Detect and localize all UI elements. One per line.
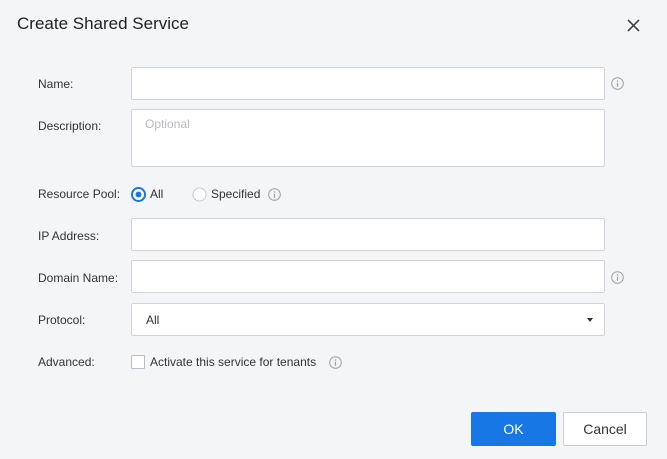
protocol-label: Protocol:: [38, 313, 86, 327]
create-shared-service-dialog: Create Shared Service Name: Description:…: [0, 0, 667, 459]
radio-specified[interactable]: [192, 187, 207, 202]
dialog-title: Create Shared Service: [17, 14, 189, 33]
info-icon[interactable]: [611, 77, 624, 90]
activate-for-tenants-checkbox[interactable]: [131, 355, 145, 369]
ip-address-input[interactable]: [131, 218, 605, 251]
advanced-label: Advanced:: [38, 355, 95, 369]
domain-name-input[interactable]: [131, 260, 605, 293]
name-label: Name:: [38, 77, 74, 91]
protocol-select-value: All: [146, 313, 160, 327]
info-icon[interactable]: [329, 356, 342, 369]
ok-button[interactable]: OK: [471, 412, 556, 446]
name-input[interactable]: [131, 67, 605, 100]
info-icon[interactable]: [268, 188, 281, 201]
description-textarea[interactable]: [131, 109, 605, 167]
chevron-down-icon: [587, 318, 593, 322]
protocol-select[interactable]: All: [131, 303, 605, 336]
resource-pool-label: Resource Pool:: [38, 187, 121, 201]
activate-for-tenants-label[interactable]: Activate this service for tenants: [150, 355, 316, 369]
domain-name-label: Domain Name:: [38, 271, 119, 285]
radio-specified-label[interactable]: Specified: [211, 187, 260, 201]
radio-all[interactable]: [131, 187, 146, 202]
description-label: Description:: [38, 119, 102, 133]
radio-all-label[interactable]: All: [150, 187, 163, 201]
close-icon[interactable]: [622, 14, 644, 36]
cancel-button[interactable]: Cancel: [563, 412, 647, 446]
info-icon[interactable]: [611, 271, 624, 284]
ip-address-label: IP Address:: [38, 229, 100, 243]
